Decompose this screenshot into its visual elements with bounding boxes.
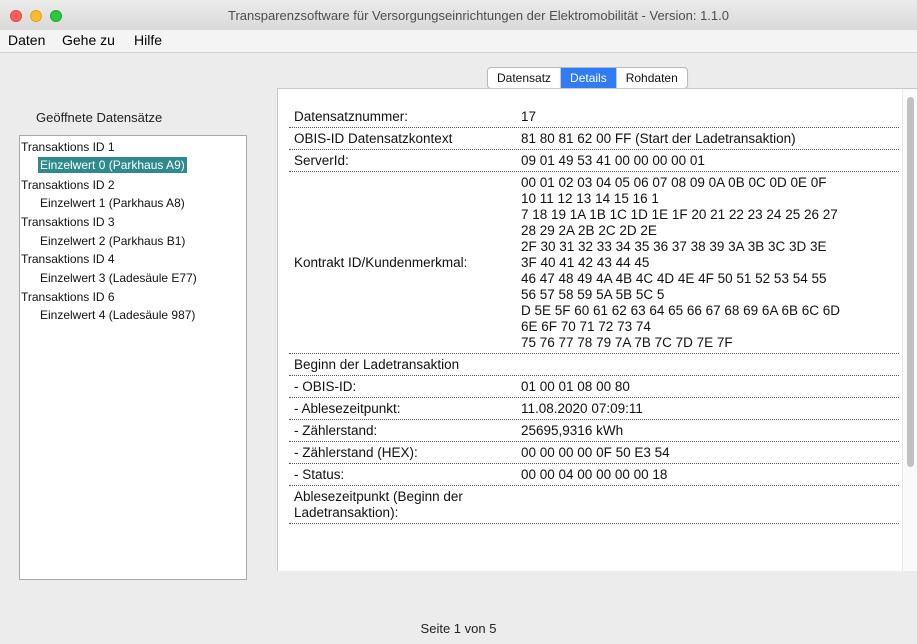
detail-row: ServerId: 09 01 49 53 41 00 00 00 00 01	[289, 150, 899, 172]
tree-leaf-single-value[interactable]: Einzelwert 2 (Parkhaus B1)	[40, 233, 185, 249]
dataset-tree[interactable]: Transaktions ID 1 Einzelwert 0 (Parkhaus…	[19, 135, 247, 580]
detail-value: 11.08.2020 07:09:11	[521, 401, 643, 416]
detail-value: 81 80 81 62 00 FF (Start der Ladetransak…	[521, 131, 796, 146]
detail-label: - OBIS-ID:	[294, 379, 357, 394]
window-title-bar: Transparenzsoftware für Versorgungseinri…	[0, 0, 917, 31]
detail-value: 25695,9316 kWh	[521, 423, 624, 438]
open-datasets-title: Geöffnete Datensätze	[36, 110, 163, 125]
details-table: Datensatznummer: 17 OBIS-ID Datensatzkon…	[289, 106, 899, 524]
details-panel: Datensatznummer: 17 OBIS-ID Datensatzkon…	[277, 88, 917, 571]
detail-label: - Zählerstand (HEX):	[294, 445, 418, 460]
tree-leaf-single-value[interactable]: Einzelwert 0 (Parkhaus A9)	[38, 157, 187, 173]
tree-node-transaction[interactable]: Transaktions ID 4	[21, 251, 115, 267]
detail-section-heading: Beginn der Ladetransaktion	[294, 357, 460, 372]
tree-node-transaction[interactable]: Transaktions ID 6	[21, 289, 115, 305]
tree-node-transaction[interactable]: Transaktions ID 2	[21, 177, 115, 193]
detail-value: 09 01 49 53 41 00 00 00 00 01	[521, 153, 705, 168]
detail-value	[521, 486, 899, 523]
detail-row: OBIS-ID Datensatzkontext 81 80 81 62 00 …	[289, 128, 899, 150]
detail-value: 00 01 02 03 04 05 06 07 08 09 0A 0B 0C 0…	[521, 175, 840, 350]
page-indicator: Seite 1 von 5	[420, 621, 497, 636]
menu-daten[interactable]: Daten	[8, 32, 45, 48]
detail-value: 01 00 01 08 00 80	[521, 379, 630, 394]
tree-leaf-single-value[interactable]: Einzelwert 4 (Ladesäule 987)	[40, 307, 195, 323]
tree-node-transaction[interactable]: Transaktions ID 1	[21, 139, 115, 155]
tab-rohdaten[interactable]: Rohdaten	[617, 68, 687, 88]
detail-label: - Status:	[294, 467, 345, 482]
detail-label: - Ablesezeitpunkt:	[294, 401, 401, 416]
detail-row: - Zählerstand: 25695,9316 kWh	[289, 420, 899, 442]
scrollbar-thumb[interactable]	[907, 97, 914, 467]
details-scrollbar[interactable]	[902, 89, 917, 571]
detail-row: Beginn der Ladetransaktion	[289, 354, 899, 376]
detail-label: Datensatznummer:	[294, 109, 409, 124]
detail-row: - Status: 00 00 04 00 00 00 00 18	[289, 464, 899, 486]
detail-label: - Zählerstand:	[294, 423, 378, 438]
menu-gehe-zu[interactable]: Gehe zu	[62, 32, 115, 48]
tree-leaf-single-value[interactable]: Einzelwert 3 (Ladesäule E77)	[40, 270, 197, 286]
detail-row: Kontrakt ID/Kundenmerkmal: 00 01 02 03 0…	[289, 172, 899, 354]
window-title: Transparenzsoftware für Versorgungseinri…	[227, 8, 729, 23]
detail-value: 00 00 04 00 00 00 00 18	[521, 467, 668, 482]
detail-label: Kontrakt ID/Kundenmerkmal:	[294, 255, 468, 270]
detail-row: Datensatznummer: 17	[289, 106, 899, 128]
detail-row: - Zählerstand (HEX): 00 00 00 00 0F 50 E…	[289, 442, 899, 464]
menu-bar: Daten Gehe zu Hilfe	[0, 30, 917, 53]
tree-leaf-single-value[interactable]: Einzelwert 1 (Parkhaus A8)	[40, 195, 185, 211]
detail-row: Ablesezeitpunkt (Beginn der Ladetransakt…	[289, 486, 899, 524]
tab-datensatz[interactable]: Datensatz	[488, 68, 562, 88]
detail-row: - OBIS-ID: 01 00 01 08 00 80	[289, 376, 899, 398]
view-tabs: Datensatz Details Rohdaten	[487, 67, 688, 89]
menu-hilfe[interactable]: Hilfe	[134, 32, 162, 48]
detail-row: - Ablesezeitpunkt: 11.08.2020 07:09:11	[289, 398, 899, 420]
detail-label: ServerId:	[294, 153, 349, 168]
tab-details[interactable]: Details	[561, 68, 617, 88]
detail-value: 17	[521, 109, 537, 124]
detail-label: Ablesezeitpunkt (Beginn der Ladetransakt…	[294, 489, 463, 520]
detail-label: OBIS-ID Datensatzkontext	[294, 131, 453, 146]
detail-value: 00 00 00 00 0F 50 E3 54	[521, 445, 670, 460]
tree-node-transaction[interactable]: Transaktions ID 3	[21, 214, 115, 230]
